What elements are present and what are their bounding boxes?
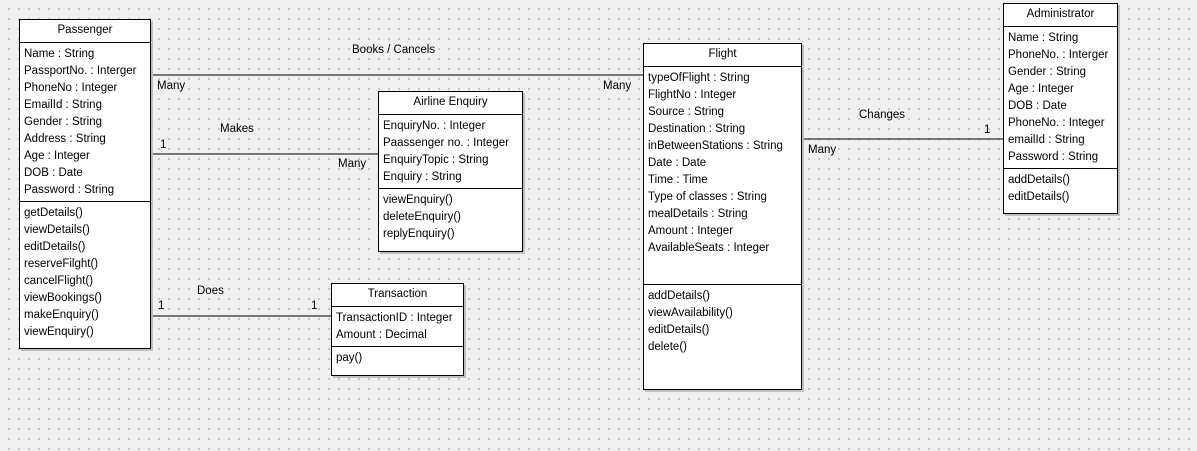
operation: viewAvailability() [648,307,733,319]
attribute: Age : Integer [1008,83,1074,95]
operations-section: addDetails() editDetails() [1004,168,1117,208]
books-passenger-multiplicity: Many [157,80,186,92]
class-diagram-canvas[interactable]: Passenger Name : String PassportNo. : Int… [0,0,1197,451]
class-airline-enquiry[interactable]: Airline Enquiry EnquiryNo. : Integer Paas… [378,91,523,252]
operations-section: pay() [332,346,463,369]
attribute: Name : String [24,48,95,60]
attribute: mealDetails : String [648,208,748,220]
attribute: Name : String [1008,32,1079,44]
class-name: Administrator [1004,4,1117,27]
class-name: Flight [644,44,801,67]
attribute: inBetweenStations : String [648,140,783,152]
operation: deleteEnquiry() [383,211,461,223]
attribute: Password : String [1008,151,1099,163]
operations-section: getDetails() viewDetails() editDetails() re… [20,201,150,343]
attribute: Source : String [648,106,725,118]
operation: pay() [336,352,363,364]
attribute: EnquiryNo. : Integer [383,120,486,132]
operation: viewDetails() [24,224,90,236]
attribute: typeOfFlight : String [648,72,750,84]
does-label: Does [197,285,224,297]
makes-passenger-multiplicity: 1 [160,139,167,151]
attribute: PhoneNo : Integer [24,82,118,94]
attribute: Password : String [24,184,115,196]
attribute: TransactionID : Integer [336,312,453,324]
operation: addDetails() [1008,174,1070,186]
changes-label: Changes [859,109,906,121]
attribute: Age : Integer [24,150,90,162]
attribute: Paassenger no. : Integer [383,137,509,149]
attribute: Destination : String [648,123,746,135]
class-name: Passenger [20,20,150,43]
books-flight-multiplicity: Many [603,80,632,92]
operation: addDetails() [648,290,710,302]
operation: viewEnquiry() [383,194,453,206]
changes-flight-multiplicity: Many [808,144,837,156]
attribute: PassportNo. : Interger [24,65,137,77]
attribute: Amount : Decimal [336,329,427,341]
operation: editDetails() [648,324,710,336]
class-transaction[interactable]: Transaction TransactionID : Integer Amoun… [331,283,464,376]
attributes-section: EnquiryNo. : Integer Paassenger no. : Int… [379,115,522,188]
operation: viewBookings() [24,292,102,304]
books-cancels-label: Books / Cancels [352,44,436,56]
attribute: Gender : String [1008,66,1086,78]
attribute: Address : String [24,133,106,145]
does-transaction-multiplicity: 1 [311,300,318,312]
attribute: PhoneNo. : Integer [1008,117,1105,129]
class-passenger[interactable]: Passenger Name : String PassportNo. : Int… [19,19,151,349]
operation: replyEnquiry() [383,228,455,240]
operation: cancelFlight() [24,275,94,287]
does-passenger-multiplicity: 1 [158,300,165,312]
attributes-section: typeOfFlight : String FlightNo : Integer S… [644,67,801,284]
attributes-section: TransactionID : Integer Amount : Decimal [332,307,463,346]
attributes-section: Name : String PassportNo. : Interger Phone… [20,43,150,201]
operation: reserveFilght() [24,258,99,270]
operations-section: viewEnquiry() deleteEnquiry() replyEnquiry… [379,188,522,245]
attribute: EmailId : String [24,99,102,111]
changes-admin-multiplicity: 1 [984,124,991,136]
makes-enquiry-multiplicity: Many [338,158,367,170]
attribute: FlightNo : Integer [648,89,737,101]
operations-section: addDetails() viewAvailability() editDetail… [644,284,801,358]
attributes-section: Name : String PhoneNo. : Interger Gender :… [1004,27,1117,168]
attribute: EnquiryTopic : String [383,154,489,166]
operation: viewEnquiry() [24,326,94,338]
class-name: Airline Enquiry [379,92,522,115]
attribute: Date : Date [648,157,707,169]
class-flight[interactable]: Flight typeOfFlight : String FlightNo : I… [643,43,802,390]
attribute: AvailableSeats : Integer [648,242,770,254]
class-administrator[interactable]: Administrator Name : String PhoneNo. : In… [1003,3,1118,214]
operation: delete() [648,341,687,353]
operation: makeEnquiry() [24,309,99,321]
attribute: Gender : String [24,116,102,128]
class-name: Transaction [332,284,463,307]
attribute: PhoneNo. : Interger [1008,49,1109,61]
attribute: Time : Time [648,174,708,186]
makes-label: Makes [220,123,254,135]
attribute: DOB : Date [24,167,83,179]
attribute: Amount : Integer [648,225,734,237]
attribute: DOB : Date [1008,100,1067,112]
attribute: emailId : String [1008,134,1085,146]
attribute: Type of classes : String [648,191,767,203]
operation: editDetails() [1008,191,1070,203]
operation: getDetails() [24,207,83,219]
operation: editDetails() [24,241,86,253]
attribute: Enquiry : String [383,171,462,183]
